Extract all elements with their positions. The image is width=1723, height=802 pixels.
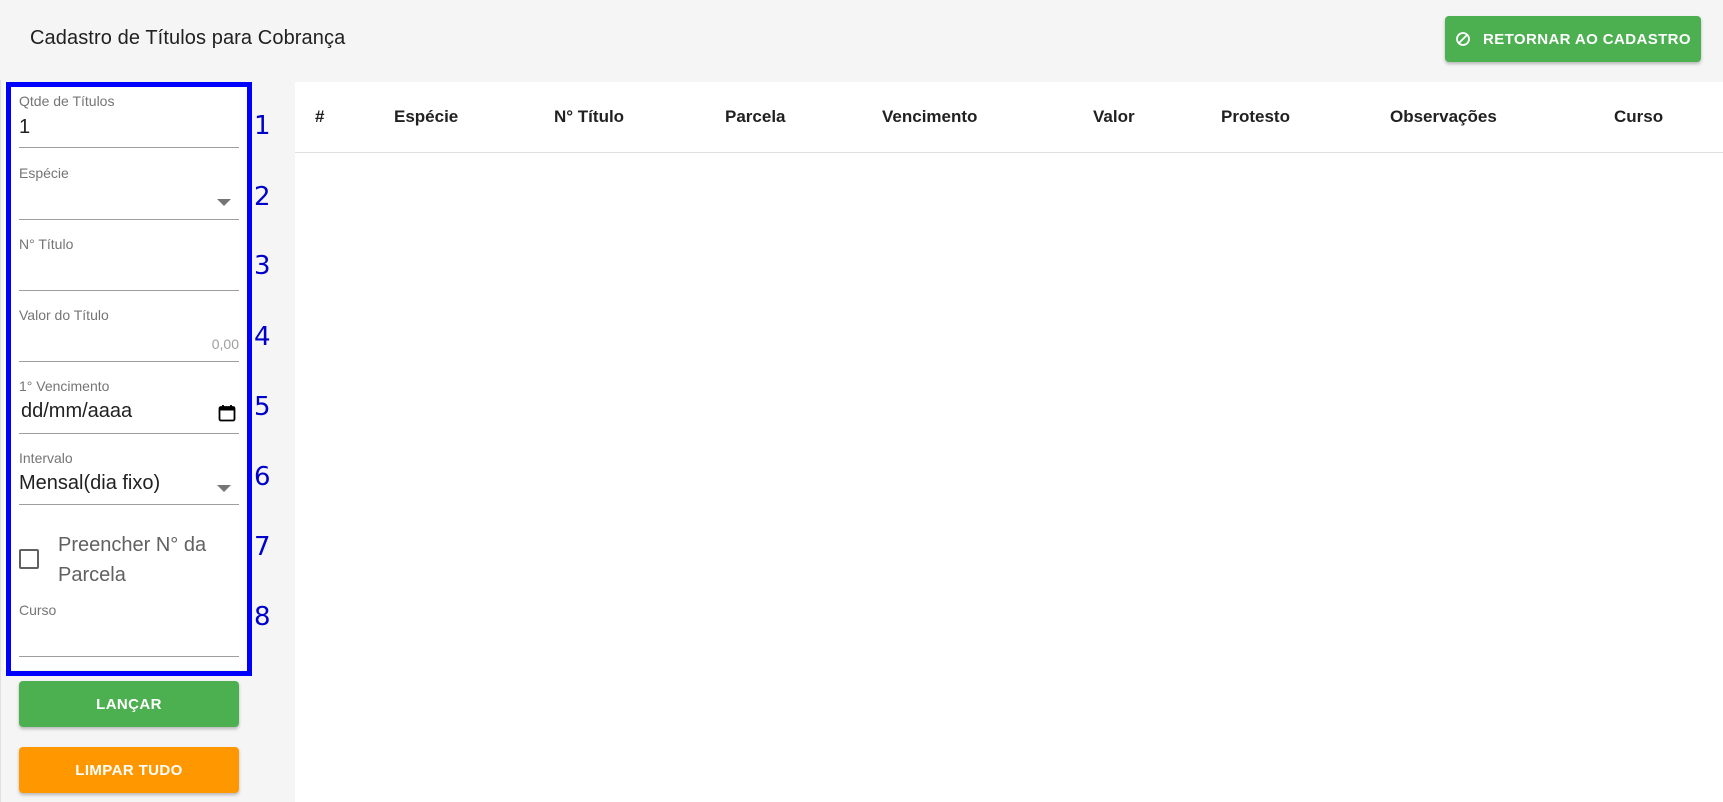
field-number-8: 8 — [254, 602, 271, 632]
vencimento-label: 1° Vencimento — [19, 378, 110, 394]
cancel-circle-icon — [1456, 32, 1470, 46]
field-number-1: 1 — [254, 111, 271, 141]
clear-all-button[interactable]: LIMPAR TUDO — [19, 747, 239, 793]
table-header: # Espécie N° Título Parcela Vencimento V… — [295, 82, 1723, 153]
intervalo-select[interactable]: Intervalo Mensal(dia fixo) — [19, 450, 239, 505]
calendar-icon[interactable] — [218, 404, 236, 422]
column-header-curso[interactable]: Curso — [1614, 107, 1663, 127]
especie-select[interactable]: Espécie — [19, 165, 239, 220]
field-number-5: 5 — [254, 392, 271, 422]
column-header-protesto[interactable]: Protesto — [1221, 107, 1290, 127]
field-number-4: 4 — [254, 322, 271, 352]
qtde-titulos-field[interactable]: Qtde de Títulos 1 — [19, 93, 239, 148]
column-header-numero-titulo[interactable]: N° Título — [554, 107, 624, 127]
titles-table: # Espécie N° Título Parcela Vencimento V… — [295, 82, 1723, 802]
intervalo-label: Intervalo — [19, 450, 73, 466]
numero-titulo-label: N° Título — [19, 236, 74, 252]
page-title: Cadastro de Títulos para Cobrança — [30, 27, 346, 49]
vencimento-date-field[interactable]: 1° Vencimento dd/mm/aaaa — [19, 378, 239, 434]
return-to-register-button[interactable]: RETORNAR AO CADASTRO — [1445, 16, 1701, 62]
column-header-observacoes[interactable]: Observações — [1390, 107, 1497, 127]
field-number-3: 3 — [254, 251, 271, 281]
curso-field[interactable]: Curso — [19, 602, 239, 657]
numero-titulo-field[interactable]: N° Título — [19, 236, 239, 291]
numero-titulo-underline — [19, 290, 239, 291]
curso-underline — [19, 656, 239, 657]
page-header: Cadastro de Títulos para Cobrança RETORN… — [0, 0, 1723, 80]
valor-titulo-underline — [19, 361, 239, 362]
chevron-down-icon[interactable] — [217, 485, 231, 492]
field-number-2: 2 — [254, 182, 271, 212]
app-frame: Cadastro de Títulos para Cobrança RETORN… — [0, 0, 1723, 802]
curso-label: Curso — [19, 602, 57, 618]
preencher-parcela-checkbox-row[interactable]: Preencher N° da Parcela — [19, 530, 239, 590]
qtde-titulos-underline — [19, 147, 239, 148]
intervalo-value: Mensal(dia fixo) — [19, 472, 161, 494]
valor-titulo-placeholder[interactable]: 0,00 — [212, 336, 239, 352]
qtde-titulos-input[interactable]: 1 — [19, 116, 30, 139]
launch-button[interactable]: LANÇAR — [19, 681, 239, 727]
column-header-valor[interactable]: Valor — [1093, 107, 1135, 127]
field-number-6: 6 — [254, 462, 271, 492]
valor-titulo-field[interactable]: Valor do Título 0,00 — [19, 307, 239, 362]
especie-label: Espécie — [19, 165, 69, 181]
especie-underline — [19, 219, 239, 220]
valor-titulo-label: Valor do Título — [19, 307, 109, 323]
column-header-parcela[interactable]: Parcela — [725, 107, 786, 127]
return-button-label: RETORNAR AO CADASTRO — [1482, 30, 1691, 48]
intervalo-underline — [19, 504, 239, 505]
field-number-7: 7 — [254, 532, 271, 562]
column-header-especie[interactable]: Espécie — [394, 107, 458, 127]
preencher-parcela-label[interactable]: Preencher N° da Parcela — [58, 530, 238, 590]
page-edge — [0, 0, 1, 802]
column-header-vencimento[interactable]: Vencimento — [882, 107, 977, 127]
qtde-titulos-label: Qtde de Títulos — [19, 93, 115, 109]
vencimento-input[interactable]: dd/mm/aaaa — [21, 400, 132, 423]
column-header-index[interactable]: # — [315, 107, 324, 127]
preencher-parcela-checkbox[interactable] — [19, 549, 39, 569]
chevron-down-icon[interactable] — [217, 199, 231, 206]
vencimento-underline — [19, 433, 239, 434]
